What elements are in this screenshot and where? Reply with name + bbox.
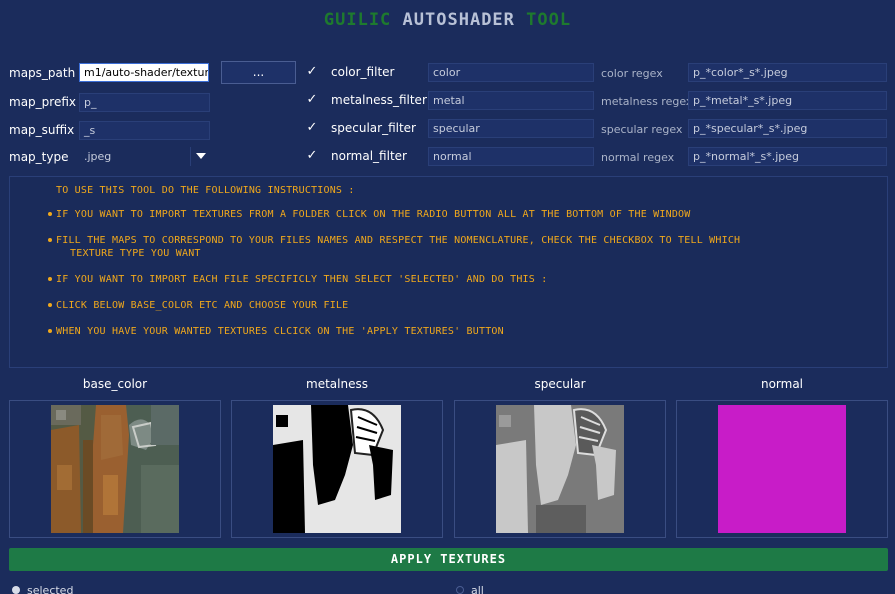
instruction-item: IF YOU WANT TO IMPORT TEXTURES FROM A FO… [56,209,691,220]
instruction-item-continued: TEXTURE TYPE YOU WANT [70,248,201,259]
specular-label: specular [534,377,586,391]
metalness-filter-checkbox[interactable]: ✓ [305,93,319,107]
title-part-autoshader: AUTOSHADER [402,10,515,30]
all-radio-label: all [471,584,484,594]
color-filter-input[interactable]: color [428,63,594,82]
bullet-icon [48,329,52,333]
base-color-slot[interactable] [9,400,221,538]
browse-button[interactable]: ... [221,61,296,84]
specular-filter-input[interactable]: specular [428,119,594,138]
color-filter-checkbox[interactable]: ✓ [305,65,319,79]
specular-texture-image [496,405,624,533]
map-type-label: map_type [9,150,69,164]
maps-path-input[interactable]: m1/auto-shader/textures [79,63,209,82]
color-regex-label: color regex [601,67,663,80]
title-part-tool: TOOL [526,10,572,30]
metalness-texture-image [273,405,401,533]
bullet-icon [48,303,52,307]
base-color-texture-image [51,405,179,533]
map-type-separator [190,147,191,166]
chevron-down-icon[interactable] [196,153,206,159]
specular-filter-checkbox[interactable]: ✓ [305,121,319,135]
normal-texture-image [718,405,846,533]
normal-label: normal [760,377,804,391]
normal-filter-checkbox[interactable]: ✓ [305,149,319,163]
selected-radio-label: selected [27,584,74,594]
apply-textures-button[interactable]: APPLY TEXTURES [9,548,888,571]
normal-filter-label: normal_filter [331,149,407,163]
specular-filter-label: specular_filter [331,121,416,135]
instructions-panel: TO USE THIS TOOL DO THE FOLLOWING INSTRU… [9,176,888,368]
normal-filter-input[interactable]: normal [428,147,594,166]
map-suffix-label: map_suffix [9,123,75,137]
title-part-guilic: GUILIC [323,10,392,30]
map-suffix-input[interactable]: _s [79,121,210,140]
instruction-item: CLICK BELOW BASE_COLOR ETC AND CHOOSE YO… [56,300,349,311]
metalness-filter-label: metalness_filter [331,93,427,107]
metalness-slot[interactable] [231,400,443,538]
specular-regex-label: specular regex [601,123,683,136]
map-prefix-input[interactable]: p_ [79,93,210,112]
normal-regex-input[interactable]: p_*normal*_s*.jpeg [688,147,887,166]
bullet-icon [48,238,52,242]
instructions-heading: TO USE THIS TOOL DO THE FOLLOWING INSTRU… [56,185,355,196]
normal-regex-label: normal regex [601,151,675,164]
all-radio[interactable] [456,586,464,594]
normal-slot[interactable] [676,400,888,538]
specular-slot[interactable] [454,400,666,538]
app-title: GUILIC AUTOSHADER TOOL [0,10,895,30]
color-regex-input[interactable]: p_*color*_s*.jpeg [688,63,887,82]
specular-regex-input[interactable]: p_*specular*_s*.jpeg [688,119,887,138]
metalness-filter-input[interactable]: metal [428,91,594,110]
instruction-item: IF YOU WANT TO IMPORT EACH FILE SPECIFIC… [56,274,548,285]
selected-radio[interactable] [12,586,20,594]
instruction-item: WHEN YOU HAVE YOUR WANTED TEXTURES CLCIC… [56,326,504,337]
metalness-regex-input[interactable]: p_*metal*_s*.jpeg [688,91,887,110]
base-color-label: base_color [82,377,148,391]
metalness-label: metalness [306,377,368,391]
metalness-regex-label: metalness regex [601,95,693,108]
bullet-icon [48,212,52,216]
bullet-icon [48,277,52,281]
color-filter-label: color_filter [331,65,395,79]
maps-path-label: maps_path [9,66,76,80]
instruction-item: FILL THE MAPS TO CORRESPOND TO YOUR FILE… [56,235,741,246]
map-prefix-label: map_prefix [9,95,76,109]
